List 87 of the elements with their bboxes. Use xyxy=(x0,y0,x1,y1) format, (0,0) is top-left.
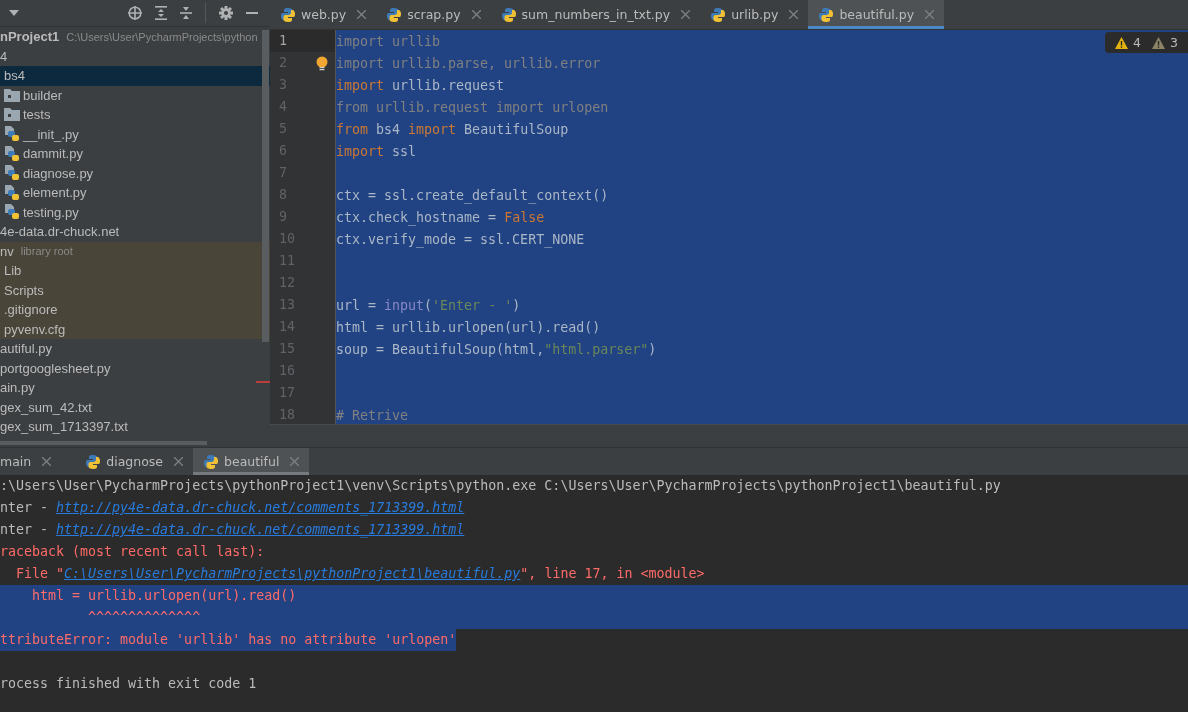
python-file-icon xyxy=(4,165,20,182)
console-line: nter - http://py4e-data.dr-chuck.net/comments_1713399.html xyxy=(0,499,465,518)
tree-item[interactable]: portgooglesheet.py xyxy=(0,358,270,378)
tree-item[interactable]: element.py xyxy=(0,183,270,203)
code-line: import urllib.request xyxy=(336,77,505,93)
python-file-icon xyxy=(4,126,20,143)
code-line: import urllib.parse, urllib.error xyxy=(336,55,601,71)
warning-icon xyxy=(1115,36,1129,49)
settings-icon[interactable] xyxy=(219,6,233,20)
close-icon[interactable] xyxy=(357,10,367,19)
run-tab[interactable]: beautiful xyxy=(193,448,310,475)
close-icon[interactable] xyxy=(681,10,691,19)
tree-item[interactable]: 4 xyxy=(0,46,270,66)
tree-item[interactable]: tests xyxy=(0,105,270,125)
console-line: raceback (most recent call last): xyxy=(0,543,265,561)
code-line: ctx.check_hostname = False xyxy=(336,209,545,225)
python-file-icon xyxy=(4,145,20,162)
tree-item[interactable]: bs4 xyxy=(0,66,270,86)
warning-count: 3 xyxy=(1170,35,1178,50)
warning-count: 4 xyxy=(1133,35,1142,50)
close-icon[interactable] xyxy=(42,457,52,466)
console-link[interactable]: http://py4e-data.dr-chuck.net/comments_1713399.html xyxy=(56,500,465,515)
run-tab[interactable]: main xyxy=(0,448,62,475)
code-line: # Retrive xyxy=(336,407,409,423)
close-icon[interactable] xyxy=(290,457,300,466)
run-tab[interactable]: diagnose xyxy=(75,448,193,475)
file-tab[interactable]: beautiful.py xyxy=(808,0,945,29)
tree-item[interactable]: .gitignore xyxy=(0,300,270,320)
code-line: import ssl xyxy=(336,143,417,159)
console-link[interactable]: C:\Users\User\PycharmProjects\pythonProject1\beautiful.py xyxy=(64,566,521,581)
tree-item[interactable]: diagnose.py xyxy=(0,163,270,183)
close-icon[interactable] xyxy=(925,10,935,19)
tree-item-hint: C:\Users\User\PycharmProjects\python xyxy=(66,30,258,43)
close-icon[interactable] xyxy=(174,457,183,466)
folder-icon xyxy=(4,88,20,102)
python-icon xyxy=(818,6,835,23)
close-icon[interactable] xyxy=(789,10,799,19)
scrollbar[interactable] xyxy=(262,30,269,342)
code-line: import urllib xyxy=(336,33,441,49)
tree-item[interactable]: Lib xyxy=(0,261,270,281)
code-line: html = urllib.urlopen(url).read() xyxy=(336,319,601,335)
target-icon[interactable] xyxy=(128,6,142,20)
python-icon xyxy=(710,6,727,23)
console-line: File "C:\Users\User\PycharmProjects\pythonProject1\beautiful.py", line 17, in <module> xyxy=(15,565,705,583)
file-tab[interactable]: web.py xyxy=(270,0,377,29)
tree-item[interactable]: dammit.py xyxy=(0,144,270,164)
file-tab[interactable]: scrap.py xyxy=(376,0,491,29)
code-line: soup = BeautifulSoup(html,"html.parser") xyxy=(336,341,657,357)
inspection-widget[interactable]: 4 3 xyxy=(1105,32,1188,53)
tree-item-hint: library root xyxy=(20,245,73,258)
console-line: :\Users\User\PycharmProjects\pythonProject1\venv\Scripts\python.exe C:\Users\User\PycharmProjects\pythonProject1\beautiful.py xyxy=(0,477,1001,495)
console-line: html = urllib.urlopen(url).read() xyxy=(31,587,297,605)
console-link[interactable]: http://py4e-data.dr-chuck.net/comments_1713399.html xyxy=(56,522,465,537)
folder-icon xyxy=(4,108,20,122)
code-line: from bs4 import BeautifulSoup xyxy=(336,121,569,137)
python-file-icon xyxy=(4,184,20,201)
tree-item[interactable]: testing.py xyxy=(0,202,270,222)
tree-item[interactable]: nProject1 C:\Users\User\PycharmProjects\python xyxy=(0,27,270,47)
python-icon xyxy=(280,6,296,23)
tree-item[interactable]: autiful.py xyxy=(0,339,270,359)
code-line: ctx.verify_mode = ssl.CERT_NONE xyxy=(336,231,585,247)
collapse-all-icon[interactable] xyxy=(180,6,192,20)
code-line: url = input('Enter - ') xyxy=(336,297,521,313)
code-line: ctx = ssl.create_default_context() xyxy=(336,187,609,203)
warning-icon xyxy=(1152,36,1166,49)
file-tab[interactable]: sum_numbers_in_txt.py xyxy=(490,0,701,29)
python-icon xyxy=(386,6,403,23)
tree-item[interactable]: builder xyxy=(0,85,270,105)
close-icon[interactable] xyxy=(471,10,481,19)
tree-item[interactable]: nv library root xyxy=(0,241,270,261)
tree-item[interactable]: gex_sum_42.txt xyxy=(0,397,270,417)
console-line: ^^^^^^^^^^^^^^ xyxy=(87,609,201,627)
line-number: 1 xyxy=(270,30,336,52)
python-file-icon xyxy=(4,204,20,221)
expand-all-icon[interactable] xyxy=(155,6,167,20)
console-line: rocess finished with exit code 1 xyxy=(0,675,257,693)
error-marker xyxy=(256,381,270,383)
tree-item[interactable]: 4e-data.dr-chuck.net xyxy=(0,222,270,242)
python-icon xyxy=(500,6,517,23)
code-line: from urllib.request import urlopen xyxy=(336,99,609,115)
lightbulb-icon[interactable] xyxy=(316,56,328,71)
dropdown-caret-icon[interactable] xyxy=(9,10,19,16)
tree-item[interactable]: ain.py xyxy=(0,378,270,398)
tree-item[interactable]: __init_.py xyxy=(0,124,270,144)
console-line: nter - http://py4e-data.dr-chuck.net/comments_1713399.html xyxy=(0,521,465,540)
file-tab[interactable]: urlib.py xyxy=(700,0,809,29)
tree-item[interactable]: gex_sum_1713397.txt xyxy=(0,417,270,437)
